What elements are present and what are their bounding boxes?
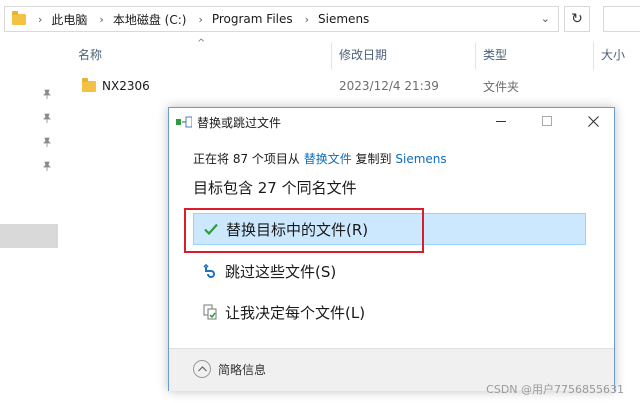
column-divider[interactable]	[475, 42, 476, 70]
close-button[interactable]	[570, 108, 616, 134]
folder-icon	[12, 10, 26, 25]
file-type: 文件夹	[483, 79, 520, 94]
pin-icon	[42, 89, 52, 99]
highlight-annotation	[184, 208, 424, 253]
skip-files-option[interactable]: 跳过这些文件(S)	[193, 255, 586, 287]
column-header-modified[interactable]: 修改日期	[339, 38, 387, 70]
maximize-button[interactable]	[524, 108, 570, 134]
chevron-right-icon[interactable]: ›	[99, 13, 103, 26]
file-row[interactable]: NX2306 2023/12/4 21:39 文件夹	[76, 74, 636, 98]
file-modified: 2023/12/4 21:39	[339, 79, 439, 93]
chevron-down-icon[interactable]: ⌄	[541, 12, 550, 25]
copy-status-text: 正在将 87 个项目从 替换文件 复制到 Siemens	[193, 150, 447, 167]
breadcrumb-local-disk[interactable]: 本地磁盘 (C:)	[113, 11, 187, 28]
fewer-details-toggle[interactable]: 简略信息	[193, 360, 266, 378]
conflict-heading: 目标包含 27 个同名文件	[193, 179, 357, 197]
nav-item-selected[interactable]	[0, 224, 58, 248]
column-header-size[interactable]: 大小	[601, 38, 625, 70]
compare-files-icon	[202, 304, 218, 320]
breadcrumb-siemens[interactable]: Siemens	[318, 12, 369, 26]
destination-folder-link[interactable]: Siemens	[395, 152, 446, 166]
minimize-icon	[496, 120, 506, 122]
file-name: NX2306	[102, 79, 150, 93]
fewer-details-label: 简略信息	[218, 362, 267, 377]
skip-arrow-icon	[202, 263, 218, 279]
pin-icon	[42, 137, 52, 147]
status-prefix: 正在将 87 个项目从	[193, 152, 304, 166]
status-middle: 复制到	[351, 152, 396, 166]
column-header-name[interactable]: 名称	[78, 38, 102, 70]
copy-files-icon	[176, 116, 193, 128]
chevron-right-icon[interactable]: ›	[38, 13, 42, 26]
dialog-title: 替换或跳过文件	[197, 116, 282, 130]
column-header-type[interactable]: 类型	[483, 38, 507, 70]
refresh-icon: ↻	[571, 11, 583, 27]
address-bar[interactable]: › 此电脑 › 本地磁盘 (C:) › Program Files › Siem…	[4, 6, 559, 32]
chevron-right-icon[interactable]: ›	[305, 13, 309, 26]
refresh-button[interactable]: ↻	[564, 6, 590, 32]
close-icon	[587, 115, 599, 127]
sort-ascending-icon: ^	[197, 38, 206, 49]
pin-icon	[42, 113, 52, 123]
breadcrumb-program-files[interactable]: Program Files	[212, 12, 293, 26]
decide-each-file-label: 让我决定每个文件(L)	[225, 303, 366, 322]
pin-icon	[42, 161, 52, 171]
chevron-up-icon	[193, 360, 211, 378]
address-bar-row: › 此电脑 › 本地磁盘 (C:) › Program Files › Siem…	[0, 0, 640, 38]
dialog-titlebar[interactable]: 替换或跳过文件	[169, 108, 614, 136]
decide-each-file-option[interactable]: 让我决定每个文件(L)	[193, 296, 586, 328]
source-folder-link[interactable]: 替换文件	[304, 152, 352, 166]
navigation-pane	[0, 38, 58, 403]
watermark: CSDN @用户7756855631	[486, 383, 624, 396]
column-divider[interactable]	[331, 42, 332, 70]
replace-or-skip-dialog: 替换或跳过文件 正在将 87 个项目从 替换文件 复制到 Siemens 目标包…	[168, 107, 615, 391]
column-divider[interactable]	[593, 42, 594, 70]
breadcrumb-this-pc[interactable]: 此电脑	[51, 11, 87, 28]
chevron-right-icon[interactable]: ›	[198, 13, 202, 26]
minimize-button[interactable]	[478, 108, 524, 134]
search-input[interactable]	[603, 6, 640, 32]
skip-files-label: 跳过这些文件(S)	[225, 262, 337, 281]
maximize-icon	[542, 116, 552, 126]
folder-icon	[82, 77, 96, 92]
